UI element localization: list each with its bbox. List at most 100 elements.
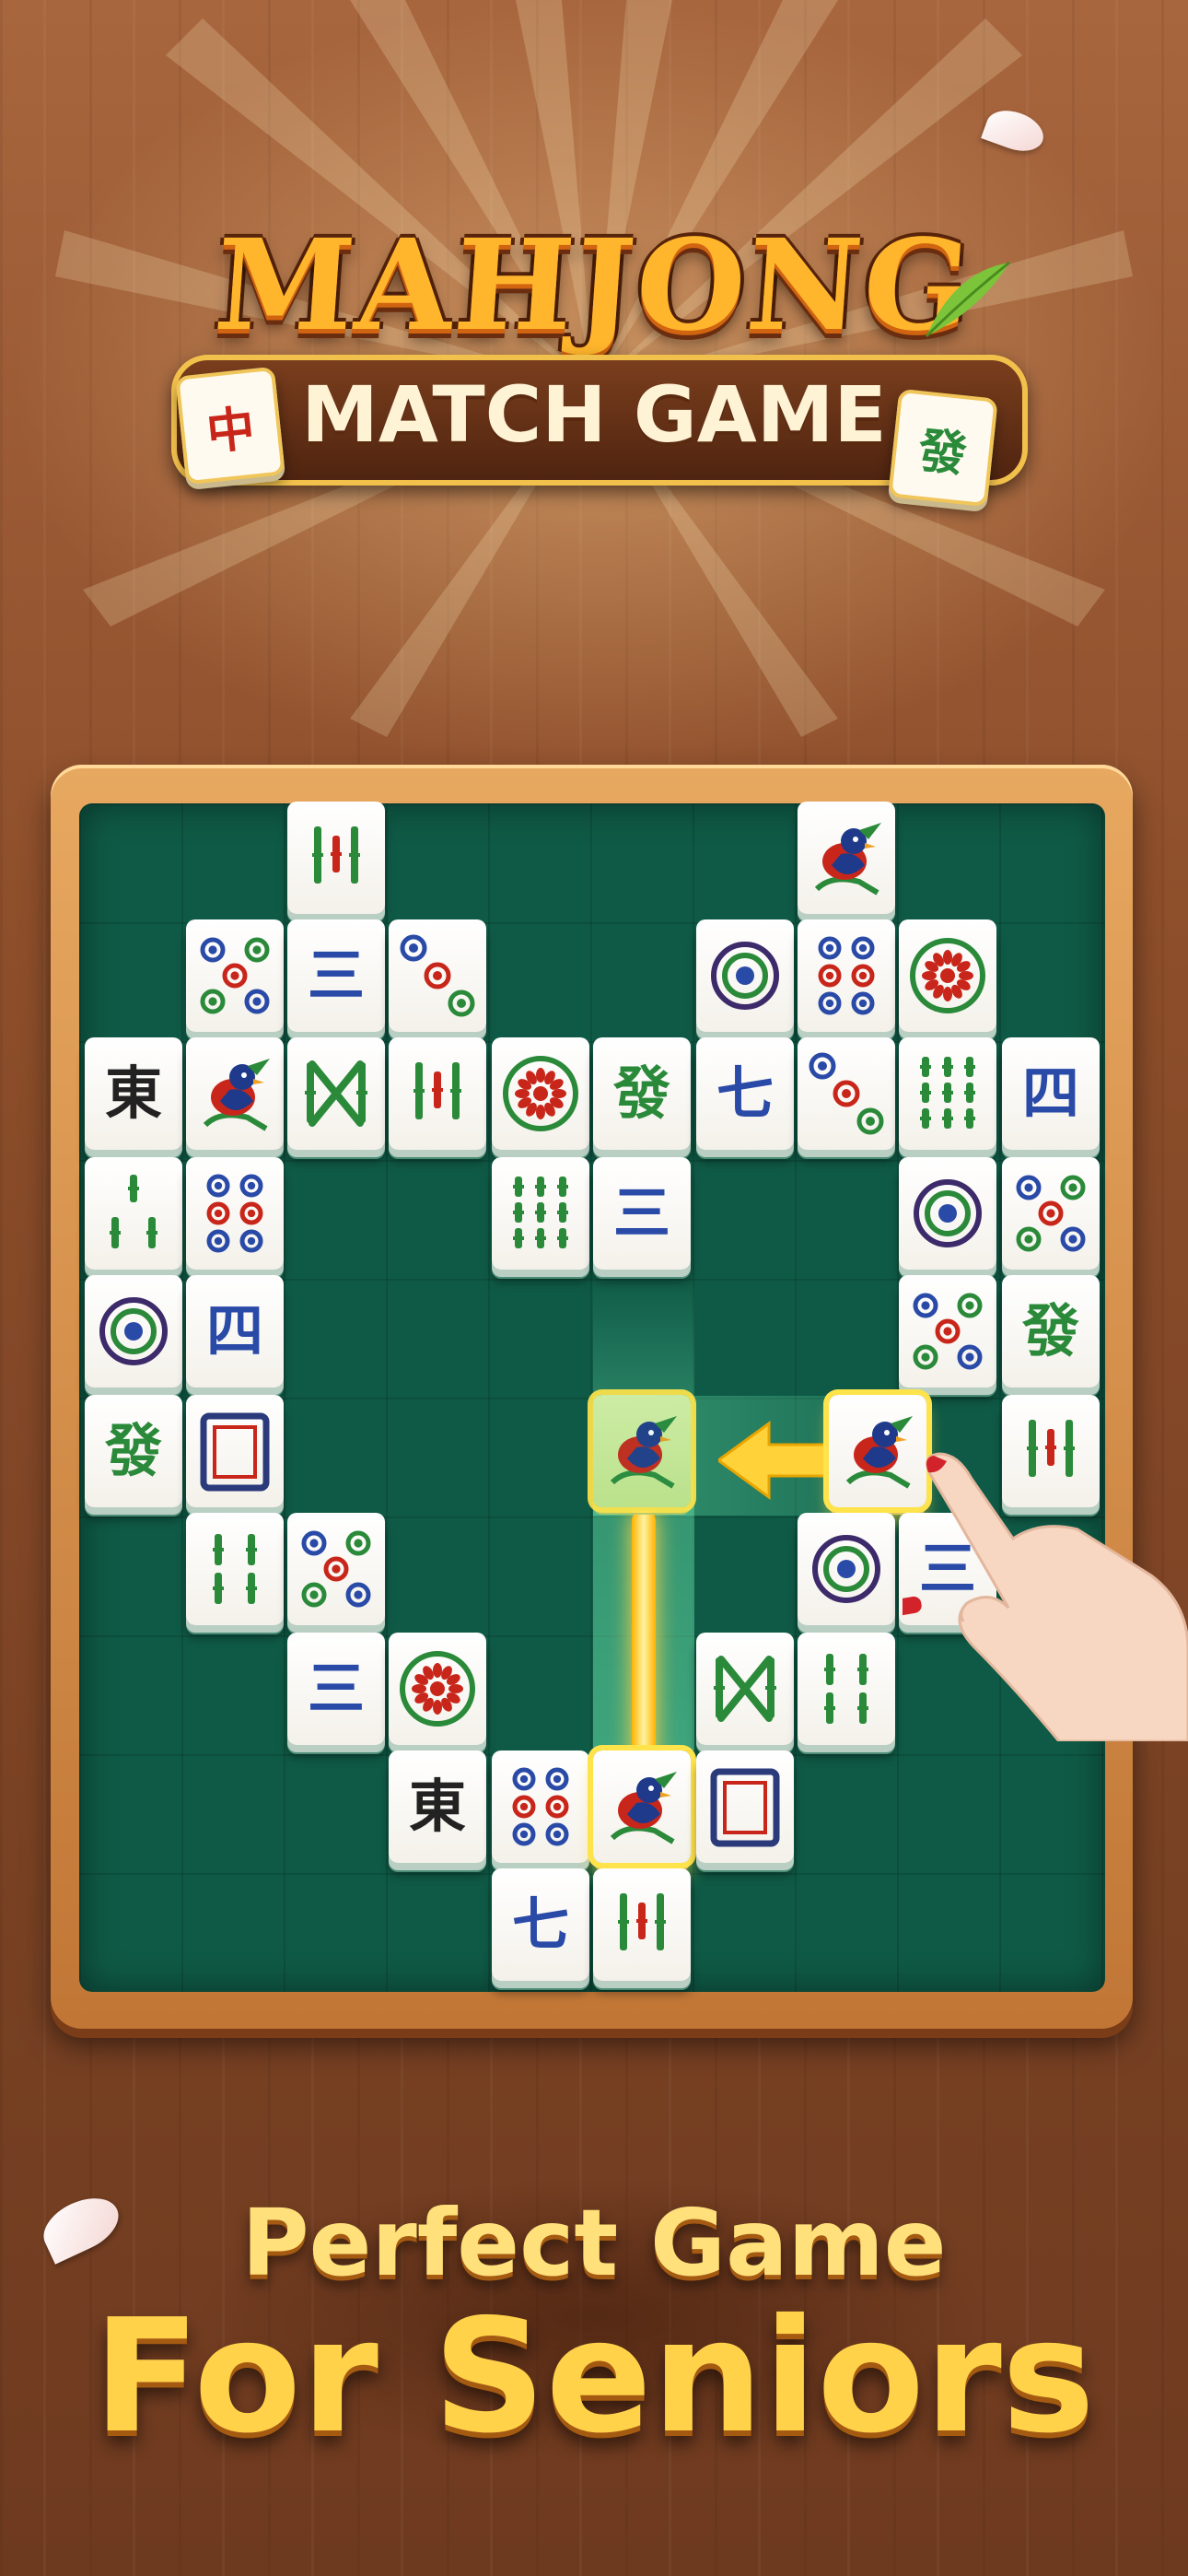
mahjong-tile-character[interactable]: 東 bbox=[389, 1751, 486, 1863]
tagline-line-2: For Seniors bbox=[93, 2286, 1095, 2468]
mahjong-tile-circles5[interactable] bbox=[287, 1513, 385, 1625]
mahjong-tile-flower[interactable] bbox=[899, 919, 996, 1032]
mahjong-tile-frame[interactable] bbox=[186, 1395, 284, 1507]
mahjong-tile-character[interactable]: 四 bbox=[186, 1275, 284, 1388]
logo-subtitle: MATCH GAME bbox=[301, 369, 887, 460]
bamboo9-icon bbox=[920, 1057, 975, 1129]
mahjong-tile-bird[interactable] bbox=[593, 1395, 691, 1507]
tile-glyph: 三 bbox=[307, 1655, 365, 1722]
bamboo3r-icon bbox=[312, 826, 360, 884]
tile-glyph: 東 bbox=[408, 1773, 466, 1840]
mahjong-tile-circles5[interactable] bbox=[899, 1275, 996, 1388]
mahjong-tile-flower[interactable] bbox=[389, 1633, 486, 1745]
match-connector-line bbox=[632, 1511, 656, 1769]
circles5-icon bbox=[301, 1530, 371, 1608]
bird-icon bbox=[814, 823, 881, 896]
bamboo8-icon bbox=[714, 1656, 776, 1722]
circles3-icon bbox=[809, 1052, 884, 1135]
mahjong-tile-circles6[interactable] bbox=[798, 919, 895, 1032]
mahjong-tile-character[interactable]: 發 bbox=[85, 1395, 182, 1507]
circles3-icon bbox=[400, 934, 475, 1017]
circle1-icon bbox=[914, 1179, 982, 1247]
mahjong-tile-circles3[interactable] bbox=[389, 919, 486, 1032]
mahjong-tile-character[interactable]: 發 bbox=[1002, 1275, 1100, 1388]
bamboo3r-icon bbox=[618, 1893, 666, 1950]
mahjong-tile-bird[interactable] bbox=[186, 1037, 284, 1150]
bamboo4-icon bbox=[824, 1654, 868, 1724]
mahjong-tile-circles6[interactable] bbox=[492, 1751, 589, 1863]
flower-icon bbox=[400, 1651, 475, 1727]
circle1-icon bbox=[812, 1535, 880, 1603]
mahjong-tile-character[interactable]: 三 bbox=[287, 919, 385, 1032]
mahjong-tile-circles3[interactable] bbox=[798, 1037, 895, 1150]
logo-tile-right-glyph: 發 bbox=[915, 421, 970, 484]
circles5-icon bbox=[1016, 1175, 1086, 1252]
mahjong-tile-character[interactable]: 三 bbox=[593, 1157, 691, 1270]
mahjong-tile-character[interactable]: 三 bbox=[287, 1633, 385, 1745]
game-logo: MAHJONG MATCH GAME 中 發 bbox=[171, 212, 1028, 508]
pointing-hand-icon bbox=[903, 1452, 1188, 1741]
mahjong-tile-bamboo3r[interactable] bbox=[389, 1037, 486, 1150]
circle1-icon bbox=[711, 942, 779, 1010]
circles6-icon bbox=[818, 936, 875, 1015]
circles6-icon bbox=[206, 1174, 263, 1253]
bamboo-leaf-icon bbox=[925, 261, 1010, 338]
tile-glyph: 發 bbox=[612, 1060, 670, 1127]
mahjong-tile-bamboo9[interactable] bbox=[492, 1157, 589, 1270]
mahjong-tile-bamboo3r[interactable] bbox=[593, 1868, 691, 1981]
mahjong-tile-circle1[interactable] bbox=[798, 1513, 895, 1625]
bamboo4-icon bbox=[213, 1534, 257, 1604]
mahjong-tile-bamboo4[interactable] bbox=[798, 1633, 895, 1745]
tile-glyph: 發 bbox=[1021, 1297, 1079, 1364]
circles6-icon bbox=[512, 1767, 569, 1846]
mahjong-tile-circles6[interactable] bbox=[186, 1157, 284, 1270]
bamboo5-icon bbox=[110, 1175, 157, 1248]
mahjong-tile-bamboo8[interactable] bbox=[696, 1633, 794, 1745]
frame-icon bbox=[200, 1412, 270, 1492]
mahjong-tile-character[interactable]: 七 bbox=[492, 1868, 589, 1981]
tile-glyph: 四 bbox=[1021, 1060, 1079, 1127]
tile-glyph: 七 bbox=[716, 1060, 774, 1127]
mahjong-tile-circle1[interactable] bbox=[85, 1275, 182, 1388]
mahjong-tile-bamboo3r[interactable] bbox=[287, 802, 385, 914]
frame-icon bbox=[710, 1768, 780, 1847]
tile-glyph: 發 bbox=[104, 1417, 162, 1484]
bamboo3r-icon bbox=[413, 1062, 461, 1119]
mahjong-tile-circles5[interactable] bbox=[186, 919, 284, 1032]
logo-tile-right: 發 bbox=[888, 388, 998, 508]
tile-glyph: 三 bbox=[307, 942, 365, 1009]
mahjong-tile-circle1[interactable] bbox=[899, 1157, 996, 1270]
mahjong-tile-character[interactable]: 七 bbox=[696, 1037, 794, 1150]
bird-icon bbox=[610, 1416, 677, 1489]
mahjong-tile-bamboo5[interactable] bbox=[85, 1157, 182, 1270]
circles5-icon bbox=[200, 937, 270, 1014]
mahjong-tile-bird[interactable] bbox=[593, 1751, 691, 1863]
tile-glyph: 七 bbox=[511, 1891, 569, 1958]
tile-glyph: 四 bbox=[205, 1297, 263, 1364]
circle1-icon bbox=[99, 1297, 168, 1365]
mahjong-tile-bamboo8[interactable] bbox=[287, 1037, 385, 1150]
tagline-line-1: Perfect Game bbox=[241, 2189, 947, 2297]
mahjong-tile-character[interactable]: 東 bbox=[85, 1037, 182, 1150]
bird-icon bbox=[203, 1059, 270, 1131]
logo-tile-left-glyph: 中 bbox=[204, 399, 258, 462]
mahjong-tile-bird[interactable] bbox=[798, 802, 895, 914]
flower-icon bbox=[503, 1056, 578, 1131]
tile-glyph: 三 bbox=[612, 1179, 670, 1247]
tile-glyph: 東 bbox=[104, 1060, 162, 1127]
bamboo8-icon bbox=[305, 1060, 367, 1127]
logo-tile-left: 中 bbox=[175, 366, 285, 486]
circles5-icon bbox=[913, 1293, 983, 1370]
mahjong-tile-character[interactable]: 四 bbox=[1002, 1037, 1100, 1150]
bamboo9-icon bbox=[513, 1177, 568, 1248]
mahjong-tile-flower[interactable] bbox=[492, 1037, 589, 1150]
flower-icon bbox=[910, 938, 985, 1013]
mahjong-tile-character[interactable]: 發 bbox=[593, 1037, 691, 1150]
mahjong-tile-circle1[interactable] bbox=[696, 919, 794, 1032]
bird-icon bbox=[610, 1772, 677, 1844]
mahjong-tile-circles5[interactable] bbox=[1002, 1157, 1100, 1270]
mahjong-tile-frame[interactable] bbox=[696, 1751, 794, 1863]
mahjong-tile-bamboo9[interactable] bbox=[899, 1037, 996, 1150]
arrow-left-icon bbox=[718, 1421, 829, 1500]
mahjong-tile-bamboo4[interactable] bbox=[186, 1513, 284, 1625]
